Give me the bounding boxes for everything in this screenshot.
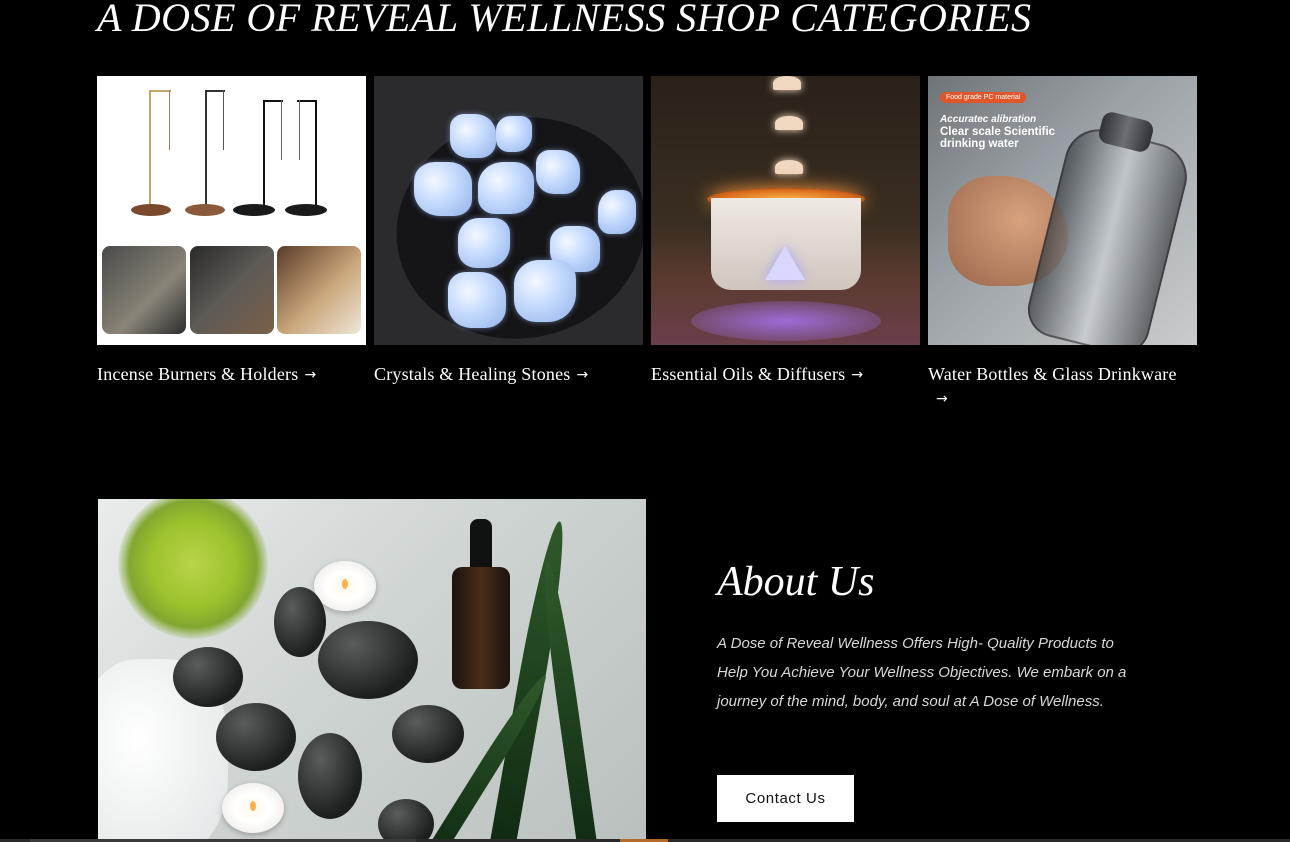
plant-shape — [118, 499, 268, 639]
bottle-ad-headline-2: Clear scale Scientific drinking water — [940, 126, 1056, 150]
category-label: Crystals & Healing Stones — [374, 364, 571, 384]
category-grid: Incense Burners & Holders → Crystals & He… — [97, 76, 1197, 411]
material-badge: Food grade PC material — [940, 92, 1027, 103]
water-bottle-photo[interactable]: Food grade PC material Accuratec alibrat… — [928, 76, 1197, 345]
about-heading: About Us — [717, 559, 875, 605]
category-link-crystals[interactable]: Crystals & Healing Stones → — [374, 362, 643, 387]
category-label: Essential Oils & Diffusers — [651, 364, 846, 384]
contact-us-button[interactable]: Contact Us — [717, 775, 854, 822]
category-label: Water Bottles & Glass Drinkware — [928, 364, 1177, 384]
arrow-right-icon: → — [936, 391, 948, 407]
arrow-right-icon: → — [304, 367, 317, 383]
crystals-photo[interactable] — [374, 76, 643, 345]
category-card-crystals[interactable]: Crystals & Healing Stones → — [374, 76, 643, 411]
categories-heading: A DOSE OF REVEAL WELLNESS SHOP CATEGORIE… — [97, 0, 1032, 40]
category-link-diffusers[interactable]: Essential Oils & Diffusers → — [651, 362, 920, 387]
bottle-ad-headline-1: Accuratec alibration — [940, 114, 1037, 125]
category-link-incense[interactable]: Incense Burners & Holders → — [97, 362, 366, 387]
diffuser-photo[interactable] — [651, 76, 920, 345]
about-description: A Dose of Reveal Wellness Offers High- Q… — [717, 635, 1127, 710]
bottle-shape — [1021, 122, 1195, 345]
dropper-bottle-shape — [452, 519, 510, 689]
category-card-incense[interactable]: Incense Burners & Holders → — [97, 76, 366, 411]
category-card-water-bottles[interactable]: Food grade PC material Accuratec alibrat… — [928, 76, 1197, 411]
incense-holder-photo[interactable] — [97, 76, 366, 345]
category-link-water-bottles[interactable]: Water Bottles & Glass Drinkware → — [928, 362, 1197, 411]
spa-stones-photo — [98, 499, 646, 842]
category-label: Incense Burners & Holders — [97, 364, 299, 384]
arrow-right-icon: → — [851, 367, 864, 383]
category-card-diffusers[interactable]: Essential Oils & Diffusers → — [651, 76, 920, 411]
arrow-right-icon: → — [576, 367, 589, 383]
bottle-ad-text: Accuratec alibration Clear scale Scienti… — [940, 114, 1080, 150]
